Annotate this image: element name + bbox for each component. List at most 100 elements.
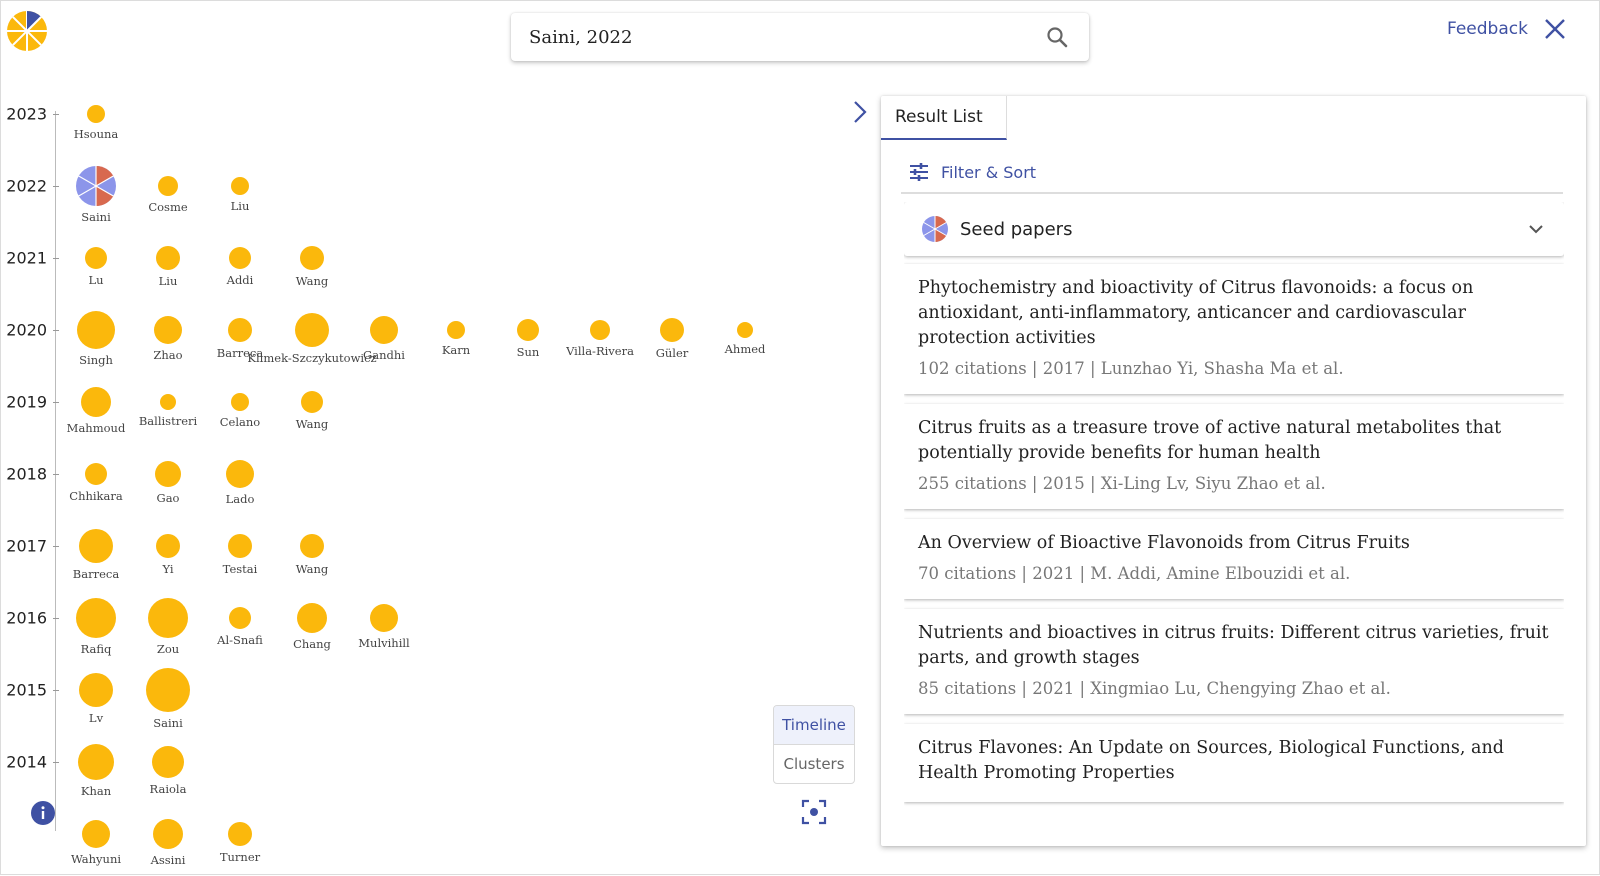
result-title[interactable]: An Overview of Bioactive Flavonoids from…: [918, 531, 1550, 556]
paper-node-label[interactable]: Wang: [296, 562, 328, 576]
paper-node[interactable]: [87, 105, 105, 123]
paper-node[interactable]: [82, 820, 110, 848]
paper-node[interactable]: [297, 603, 327, 633]
paper-node[interactable]: [301, 391, 323, 413]
paper-node[interactable]: [158, 176, 178, 196]
paper-node[interactable]: [517, 319, 539, 341]
result-card[interactable]: Nutrients and bioactives in citrus fruit…: [904, 609, 1564, 714]
paper-node-label[interactable]: Assini: [151, 853, 186, 867]
paper-node-label[interactable]: Liu: [159, 274, 178, 288]
paper-node[interactable]: [154, 316, 182, 344]
paper-node[interactable]: [153, 819, 183, 849]
paper-node[interactable]: [231, 393, 249, 411]
paper-node[interactable]: [156, 246, 180, 270]
paper-node[interactable]: [370, 604, 398, 632]
paper-node-label[interactable]: Wang: [296, 417, 328, 431]
paper-node-label[interactable]: Celano: [220, 415, 260, 429]
paper-node-label[interactable]: Ballistreri: [139, 414, 197, 428]
paper-node-label[interactable]: Saini: [81, 210, 111, 224]
paper-node[interactable]: [226, 460, 254, 488]
seed-papers-accordion[interactable]: Seed papers: [904, 202, 1564, 256]
timeline-graph[interactable]: 2023 Hsouna 2022 Saini Cosme Liu 2021 Lu Liu Addi…: [1, 81, 861, 876]
seed-paper-node[interactable]: [76, 166, 116, 206]
result-card[interactable]: An Overview of Bioactive Flavonoids from…: [904, 519, 1564, 599]
paper-node[interactable]: [146, 668, 190, 712]
paper-node[interactable]: [229, 247, 251, 269]
paper-node-label[interactable]: Yi: [162, 562, 173, 576]
paper-node-label[interactable]: Güler: [656, 346, 689, 360]
paper-node[interactable]: [160, 394, 176, 410]
view-toggle[interactable]: Timeline Clusters: [773, 705, 855, 784]
paper-node[interactable]: [85, 463, 107, 485]
paper-node-label[interactable]: Singh: [79, 353, 113, 367]
paper-node-label[interactable]: Mulvihill: [358, 636, 409, 650]
paper-node[interactable]: [85, 247, 107, 269]
paper-node[interactable]: [295, 313, 329, 347]
timeline-view-button[interactable]: Timeline: [774, 706, 854, 745]
paper-node[interactable]: [148, 598, 188, 638]
paper-node-label[interactable]: Klimek-Szczykutowicz: [247, 351, 376, 365]
paper-node-label[interactable]: Chang: [293, 637, 331, 651]
paper-node[interactable]: [79, 529, 113, 563]
paper-node[interactable]: [231, 177, 249, 195]
paper-node-label[interactable]: Testai: [223, 562, 258, 576]
paper-node-label[interactable]: Gandhi: [363, 348, 405, 362]
paper-node[interactable]: [152, 746, 184, 778]
chevron-right-icon[interactable]: [849, 99, 871, 125]
paper-node-label[interactable]: Khan: [81, 784, 111, 798]
result-card[interactable]: Phytochemistry and bioactivity of Citrus…: [904, 264, 1564, 394]
paper-node-label[interactable]: Rafiq: [81, 642, 112, 656]
paper-node-label[interactable]: Mahmoud: [67, 421, 126, 435]
search-input[interactable]: Saini, 2022: [529, 27, 1045, 48]
recenter-icon[interactable]: [801, 799, 827, 825]
paper-node-label[interactable]: Wahyuni: [71, 852, 121, 866]
result-title[interactable]: Phytochemistry and bioactivity of Citrus…: [918, 276, 1550, 351]
result-title[interactable]: Citrus fruits as a treasure trove of act…: [918, 416, 1550, 466]
paper-node-label[interactable]: Zhao: [153, 348, 182, 362]
paper-node[interactable]: [78, 744, 114, 780]
app-logo[interactable]: [7, 11, 47, 51]
paper-node-label[interactable]: Al-Snafi: [217, 633, 263, 647]
paper-node[interactable]: [229, 607, 251, 629]
paper-node-label[interactable]: Chhikara: [69, 489, 122, 503]
paper-node[interactable]: [737, 322, 753, 338]
result-card[interactable]: Citrus Flavones: An Update on Sources, B…: [904, 724, 1564, 802]
x-logo-icon[interactable]: [1543, 17, 1567, 41]
paper-node-label[interactable]: Lv: [89, 711, 103, 725]
paper-node-label[interactable]: Ahmed: [725, 342, 766, 356]
paper-node-label[interactable]: Hsouna: [74, 127, 119, 141]
paper-node[interactable]: [228, 822, 252, 846]
chevron-down-icon[interactable]: [1526, 219, 1546, 239]
feedback-link[interactable]: Feedback: [1447, 19, 1528, 39]
paper-node[interactable]: [76, 598, 116, 638]
paper-node-label[interactable]: Karn: [442, 343, 470, 357]
paper-node-label[interactable]: Liu: [231, 199, 250, 213]
search-icon[interactable]: [1045, 25, 1069, 49]
filter-sort-button[interactable]: Filter & Sort: [901, 152, 1563, 194]
paper-node[interactable]: [590, 320, 610, 340]
paper-node-label[interactable]: Lado: [226, 492, 255, 506]
info-icon[interactable]: [31, 801, 55, 825]
paper-node[interactable]: [156, 534, 180, 558]
paper-node-label[interactable]: Addi: [227, 273, 254, 287]
paper-node[interactable]: [300, 534, 324, 558]
clusters-view-button[interactable]: Clusters: [774, 745, 854, 783]
paper-node-label[interactable]: Turner: [220, 850, 260, 864]
paper-node-label[interactable]: Zou: [157, 642, 179, 656]
paper-node-label[interactable]: Lu: [88, 273, 103, 287]
paper-node-label[interactable]: Saini: [153, 716, 183, 730]
paper-node[interactable]: [79, 673, 113, 707]
paper-node[interactable]: [155, 461, 181, 487]
paper-node[interactable]: [660, 318, 684, 342]
paper-node-label[interactable]: Wang: [296, 274, 328, 288]
paper-node-label[interactable]: Raiola: [150, 782, 187, 796]
paper-node[interactable]: [77, 311, 115, 349]
result-title[interactable]: Nutrients and bioactives in citrus fruit…: [918, 621, 1550, 671]
paper-node-label[interactable]: Villa-Rivera: [566, 344, 634, 358]
paper-node[interactable]: [228, 534, 252, 558]
paper-node[interactable]: [228, 318, 252, 342]
paper-node[interactable]: [447, 321, 465, 339]
result-list[interactable]: Seed papers Phytochemistry and bioactivi…: [904, 202, 1564, 846]
paper-node-label[interactable]: Gao: [157, 491, 180, 505]
paper-node-label[interactable]: Barreca: [73, 567, 119, 581]
